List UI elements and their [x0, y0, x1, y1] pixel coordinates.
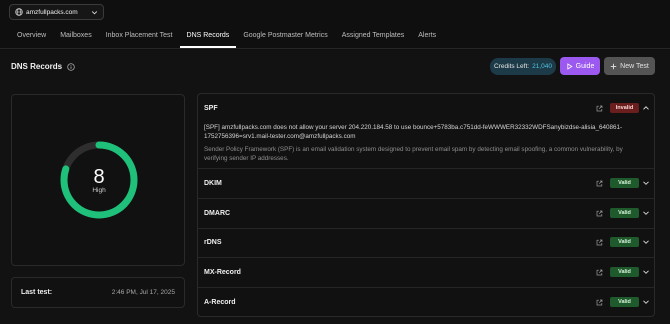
external-link-icon[interactable]	[596, 299, 603, 306]
spf-warning: [SPF] amzfullpacks.com does not allow yo…	[204, 124, 623, 140]
new-test-button[interactable]: New Test	[604, 57, 655, 75]
record-name: DKIM	[204, 179, 222, 187]
divider	[198, 257, 654, 258]
score-card: 8 High	[11, 94, 185, 266]
external-link-icon[interactable]	[596, 105, 603, 112]
status-badge: Valid	[610, 237, 639, 247]
record-row-dkim[interactable]: DKIM Valid	[198, 176, 654, 190]
record-row-mx[interactable]: MX-Record Valid	[198, 265, 654, 279]
status-badge: Invalid	[610, 103, 639, 113]
records-panel: SPF Invalid [SPF] amzfullpacks.com does …	[197, 93, 655, 317]
status-badge: Valid	[610, 297, 639, 307]
tabs-divider	[0, 48, 670, 49]
top-bar: amzfullpacks.com Overview Mailboxes Inbo…	[0, 0, 670, 50]
spf-details: [SPF] amzfullpacks.com does not allow yo…	[204, 124, 644, 163]
external-link-icon[interactable]	[596, 269, 603, 276]
score-label: High	[92, 187, 106, 194]
tab-dns-records[interactable]: DNS Records	[179, 29, 237, 49]
tab-assigned-templates[interactable]: Assigned Templates	[335, 29, 412, 49]
score-value: 8	[93, 166, 105, 188]
last-test-card: Last test: 2:46 PM, Jul 17, 2025	[11, 277, 185, 308]
external-link-icon[interactable]	[596, 239, 603, 246]
status-badge: Valid	[610, 267, 639, 277]
guide-label: Guide	[575, 62, 595, 70]
plus-icon	[610, 63, 617, 70]
record-row-a[interactable]: A-Record Valid	[198, 295, 654, 309]
chevron-up-icon[interactable]	[642, 104, 650, 112]
record-row-spf[interactable]: SPF Invalid	[198, 101, 654, 115]
spf-description: Sender Policy Framework (SPF) is an emai…	[204, 146, 623, 162]
last-test-label: Last test:	[21, 289, 53, 296]
external-link-icon[interactable]	[596, 180, 603, 187]
chevron-down-icon[interactable]	[642, 268, 650, 276]
last-test-value: 2:46 PM, Jul 17, 2025	[111, 289, 175, 296]
new-test-label: New Test	[620, 62, 649, 70]
tab-mailboxes[interactable]: Mailboxes	[53, 29, 99, 49]
status-badge: Valid	[610, 208, 639, 218]
credits-badge: Credits Left: 21,040	[490, 58, 556, 75]
status-badge: Valid	[610, 178, 639, 188]
play-icon	[566, 62, 573, 70]
record-name: DMARC	[204, 209, 231, 217]
chevron-down-icon[interactable]	[642, 298, 650, 306]
domain-name: amzfullpacks.com	[26, 8, 78, 16]
chevron-down-icon[interactable]	[642, 209, 650, 217]
page-title-text: DNS Records	[11, 62, 63, 71]
record-row-dmarc[interactable]: DMARC Valid	[198, 206, 654, 220]
chevron-down-icon	[91, 9, 98, 16]
tab-google-postmaster-metrics[interactable]: Google Postmaster Metrics	[236, 29, 334, 49]
chevron-down-icon[interactable]	[642, 238, 650, 246]
info-icon[interactable]	[67, 62, 75, 71]
external-link-icon[interactable]	[596, 210, 603, 217]
page-title: DNS Records	[11, 62, 75, 71]
record-name: A-Record	[204, 298, 236, 306]
divider	[198, 228, 654, 229]
tab-alerts[interactable]: Alerts	[411, 29, 443, 49]
record-name: SPF	[204, 104, 218, 112]
record-name: MX-Record	[204, 268, 241, 276]
credits-label: Credits Left:	[494, 63, 530, 70]
tab-bar: Overview Mailboxes Inbox Placement Test …	[10, 29, 443, 49]
guide-button[interactable]: Guide	[560, 57, 600, 75]
divider	[198, 287, 654, 288]
record-row-rdns[interactable]: rDNS Valid	[198, 235, 654, 249]
divider	[198, 168, 654, 169]
globe-icon	[15, 8, 23, 16]
tab-inbox-placement-test[interactable]: Inbox Placement Test	[99, 29, 180, 49]
chevron-down-icon[interactable]	[642, 179, 650, 187]
credits-value: 21,040	[532, 63, 552, 70]
domain-selector[interactable]: amzfullpacks.com	[9, 4, 104, 20]
divider	[198, 198, 654, 199]
record-name: rDNS	[204, 238, 222, 246]
tab-overview[interactable]: Overview	[10, 29, 53, 49]
